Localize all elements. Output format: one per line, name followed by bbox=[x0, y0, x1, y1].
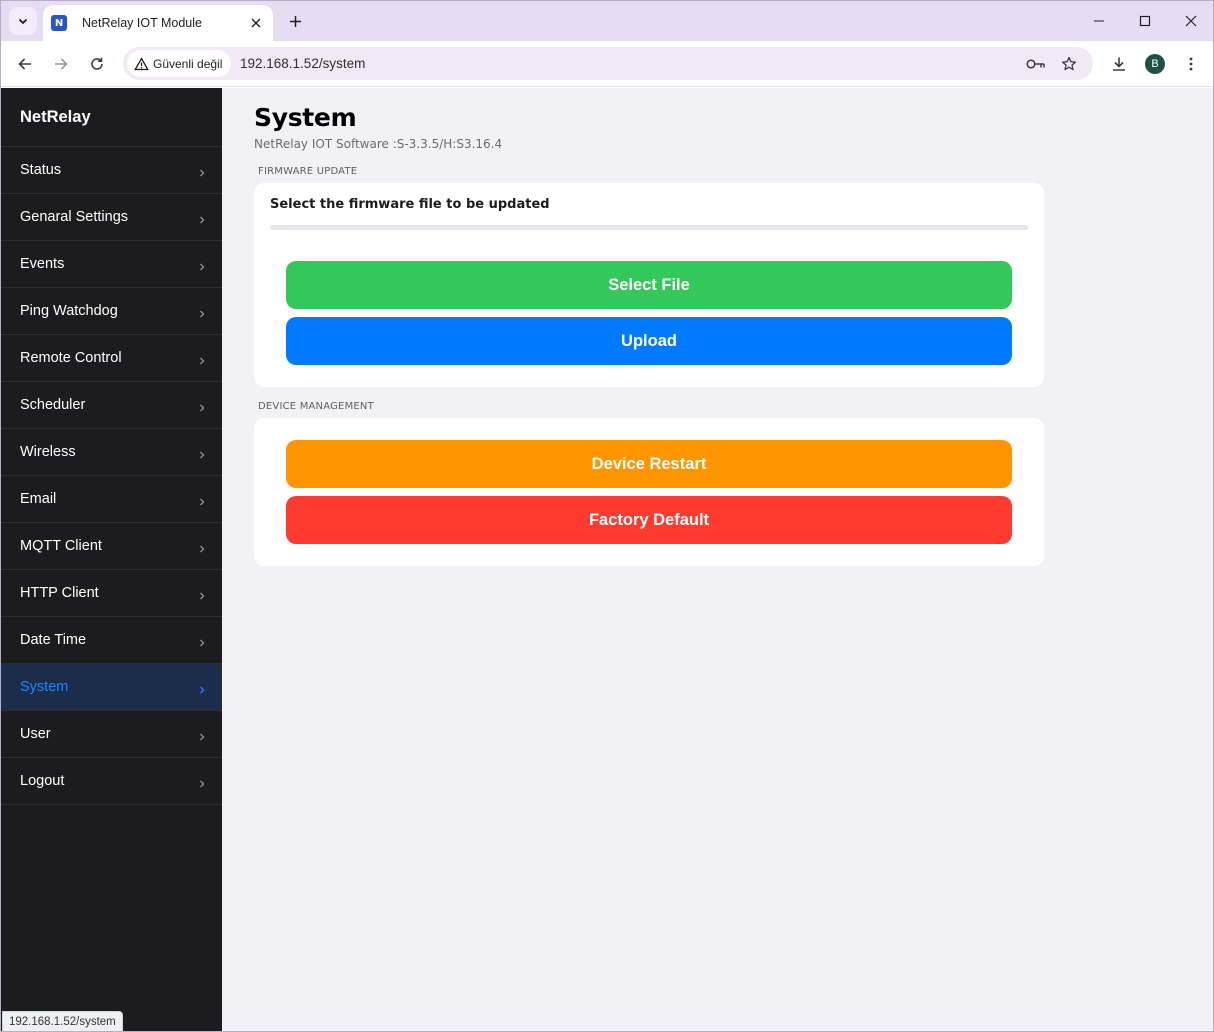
sidebar-item-system[interactable]: System bbox=[1, 664, 222, 711]
sidebar-item-scheduler[interactable]: Scheduler bbox=[1, 382, 222, 429]
sidebar-item-http-client[interactable]: HTTP Client bbox=[1, 570, 222, 617]
netrelay-favicon-icon: N bbox=[51, 15, 67, 31]
chevron-right-icon bbox=[200, 169, 205, 177]
chevron-right-icon bbox=[200, 263, 205, 271]
sidebar-item-label: Remote Control bbox=[20, 350, 122, 366]
sidebar: NetRelay Status Genaral Settings Events Pin… bbox=[1, 88, 222, 1031]
upload-progress-bar bbox=[270, 225, 1028, 230]
sidebar-item-label: Scheduler bbox=[20, 397, 86, 413]
sidebar-item-email[interactable]: Email bbox=[1, 476, 222, 523]
chevron-right-icon bbox=[200, 733, 205, 741]
brand-title: NetRelay bbox=[1, 88, 222, 147]
maximize-icon bbox=[1139, 15, 1151, 27]
profile-avatar[interactable]: B bbox=[1145, 54, 1165, 74]
select-file-button[interactable]: Select File bbox=[286, 261, 1012, 309]
downloads-button[interactable] bbox=[1105, 50, 1133, 78]
firmware-section-header: FIRMWARE UPDATE bbox=[258, 166, 358, 177]
chevron-right-icon bbox=[200, 216, 205, 224]
main-content: System NetRelay IOT Software :S-3.3.5/H:… bbox=[222, 88, 1213, 1031]
new-tab-button[interactable] bbox=[283, 9, 307, 33]
sidebar-item-wireless[interactable]: Wireless bbox=[1, 429, 222, 476]
sidebar-item-ping-watchdog[interactable]: Ping Watchdog bbox=[1, 288, 222, 335]
sidebar-item-date-time[interactable]: Date Time bbox=[1, 617, 222, 664]
sidebar-item-events[interactable]: Events bbox=[1, 241, 222, 288]
sidebar-item-label: Logout bbox=[20, 773, 65, 789]
security-indicator[interactable]: Güvenli değil bbox=[127, 50, 231, 77]
sidebar-item-label: Ping Watchdog bbox=[20, 303, 118, 319]
warning-icon bbox=[134, 56, 149, 70]
arrow-left-icon bbox=[18, 58, 31, 70]
device-restart-button[interactable]: Device Restart bbox=[286, 440, 1012, 488]
upload-button[interactable]: Upload bbox=[286, 317, 1012, 365]
security-label: Güvenli değil bbox=[153, 56, 223, 71]
tab-search-button[interactable] bbox=[9, 7, 37, 35]
more-vertical-icon bbox=[1189, 57, 1193, 71]
chevron-right-icon bbox=[200, 357, 205, 365]
status-bar-url: 192.168.1.52/system bbox=[2, 1011, 123, 1031]
maximize-button[interactable] bbox=[1129, 7, 1161, 35]
download-icon bbox=[1113, 57, 1125, 71]
sidebar-item-label: System bbox=[20, 679, 69, 695]
sidebar-item-logout[interactable]: Logout bbox=[1, 758, 222, 805]
sidebar-item-label: Events bbox=[20, 256, 65, 272]
sidebar-item-label: Status bbox=[20, 162, 62, 178]
chevron-right-icon bbox=[200, 404, 205, 412]
sidebar-item-user[interactable]: User bbox=[1, 711, 222, 758]
chevron-right-icon bbox=[200, 686, 205, 694]
page-title: System bbox=[254, 103, 357, 132]
factory-default-button[interactable]: Factory Default bbox=[286, 496, 1012, 544]
bookmark-button[interactable] bbox=[1058, 53, 1080, 75]
firmware-instruction: Select the firmware file to be updated bbox=[270, 197, 550, 212]
chevron-right-icon bbox=[200, 639, 205, 647]
sidebar-item-label: MQTT Client bbox=[20, 538, 102, 554]
sidebar-item-genaral-settings[interactable]: Genaral Settings bbox=[1, 194, 222, 241]
sidebar-menu: Status Genaral Settings Events Ping Watchdo… bbox=[1, 147, 222, 805]
minimize-button[interactable] bbox=[1083, 7, 1115, 35]
chevron-right-icon bbox=[200, 498, 205, 506]
sidebar-item-remote-control[interactable]: Remote Control bbox=[1, 335, 222, 382]
firmware-update-card: Select the firmware file to be updated S… bbox=[254, 183, 1044, 387]
close-icon bbox=[1185, 15, 1197, 27]
software-version: NetRelay IOT Software :S-3.3.5/H:S3.16.4 bbox=[254, 137, 503, 151]
close-window-button[interactable] bbox=[1175, 7, 1207, 35]
arrow-right-icon bbox=[55, 58, 68, 70]
browser-toolbar: Güvenli değil 192.168.1.52/system B bbox=[1, 41, 1213, 87]
reload-icon bbox=[91, 57, 103, 70]
chevron-right-icon bbox=[200, 545, 205, 553]
back-button[interactable] bbox=[11, 50, 39, 78]
chevron-right-icon bbox=[200, 310, 205, 318]
reload-button[interactable] bbox=[83, 50, 111, 78]
sidebar-item-label: Date Time bbox=[20, 632, 87, 648]
forward-button[interactable] bbox=[47, 50, 75, 78]
browser-menu-button[interactable] bbox=[1177, 50, 1205, 78]
chevron-right-icon bbox=[200, 780, 205, 788]
sidebar-item-status[interactable]: Status bbox=[1, 147, 222, 194]
key-icon bbox=[1026, 59, 1045, 69]
password-key-button[interactable] bbox=[1025, 53, 1047, 75]
url-text[interactable]: 192.168.1.52/system bbox=[240, 56, 365, 71]
minimize-icon bbox=[1094, 20, 1104, 22]
browser-tab[interactable]: N NetRelay IOT Module bbox=[43, 5, 273, 41]
tab-title: NetRelay IOT Module bbox=[82, 16, 202, 30]
tab-bar: N NetRelay IOT Module bbox=[1, 1, 1213, 41]
chevron-right-icon bbox=[200, 592, 205, 600]
sidebar-item-label: User bbox=[20, 726, 51, 742]
chevron-right-icon bbox=[200, 451, 205, 459]
plus-icon bbox=[289, 15, 301, 27]
device-section-header: DEVICE MANAGEMENT bbox=[258, 401, 374, 412]
browser-window: N NetRelay IOT Module Güvenli değil 192.… bbox=[0, 0, 1214, 1032]
sidebar-item-label: Wireless bbox=[20, 444, 76, 460]
device-management-card: Device Restart Factory Default bbox=[254, 418, 1044, 566]
sidebar-item-label: Email bbox=[20, 491, 57, 507]
star-icon bbox=[1061, 56, 1077, 71]
sidebar-item-label: Genaral Settings bbox=[20, 209, 129, 225]
address-bar[interactable]: Güvenli değil 192.168.1.52/system bbox=[123, 47, 1093, 80]
sidebar-item-label: HTTP Client bbox=[20, 585, 99, 601]
tab-close-button[interactable] bbox=[247, 14, 265, 32]
chevron-down-icon bbox=[18, 18, 28, 25]
sidebar-item-mqtt-client[interactable]: MQTT Client bbox=[1, 523, 222, 570]
close-icon bbox=[251, 18, 261, 28]
